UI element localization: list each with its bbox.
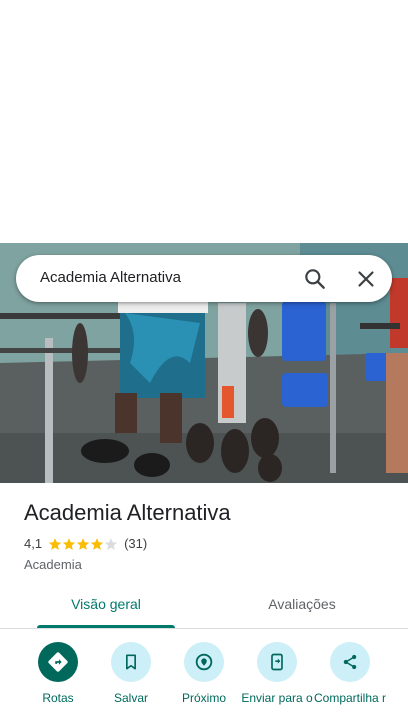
tab-bar: Visão geral Avaliações	[0, 584, 408, 629]
directions-icon	[38, 642, 78, 682]
directions-label: Rotas	[42, 691, 74, 705]
directions-button[interactable]: Rotas	[21, 640, 95, 726]
star-rating	[48, 537, 118, 551]
send-to-phone-label: Enviar para o	[241, 691, 313, 705]
bookmark-icon	[111, 642, 151, 682]
active-tab-indicator	[37, 625, 175, 628]
save-label: Salvar	[113, 691, 148, 705]
star-icon	[90, 537, 104, 550]
tab-label: Visão geral	[71, 596, 141, 612]
search-bar[interactable]: Academia Alternativa	[16, 255, 392, 302]
nearby-icon	[184, 642, 224, 682]
tab-reviews[interactable]: Avaliações	[230, 584, 374, 628]
place-title: Academia Alternativa	[24, 500, 231, 525]
share-label: Compartilha r	[313, 691, 387, 705]
rating-value: 4,1	[24, 536, 43, 551]
nearby-button[interactable]: Próximo	[167, 640, 241, 726]
send-to-phone-icon	[257, 642, 297, 682]
tab-label: Avaliações	[268, 596, 336, 612]
star-icon	[48, 537, 62, 550]
send-to-phone-button[interactable]: Enviar para o	[240, 640, 314, 726]
map-blank-area	[0, 0, 408, 243]
share-icon	[330, 642, 370, 682]
action-buttons: Rotas Salvar Próximo Enviar para o Compa…	[0, 640, 408, 726]
save-button[interactable]: Salvar	[94, 640, 168, 726]
close-icon[interactable]	[353, 266, 379, 292]
star-empty-icon	[104, 537, 118, 550]
nearby-label: Próximo	[181, 691, 226, 705]
search-input[interactable]: Academia Alternativa	[40, 269, 181, 286]
share-button[interactable]: Compartilha r	[313, 640, 387, 726]
star-icon	[76, 537, 90, 550]
place-category[interactable]: Academia	[24, 557, 82, 572]
tab-overview[interactable]: Visão geral	[34, 584, 178, 628]
review-count: (31)	[124, 536, 148, 551]
rating-row[interactable]: 4,1 (31)	[24, 536, 147, 551]
star-icon	[62, 537, 76, 550]
search-icon[interactable]	[302, 266, 328, 292]
